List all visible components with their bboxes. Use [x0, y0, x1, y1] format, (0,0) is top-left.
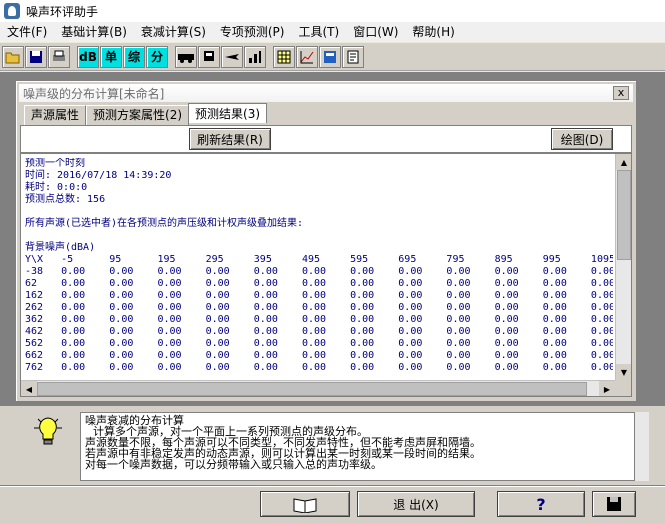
- results-text-area[interactable]: 预测一个时刻 时间: 2016/07/18 14:39:20 耗时: 0:0:0…: [20, 153, 632, 397]
- tab-scheme-properties[interactable]: 预测方案属性(2): [86, 105, 190, 125]
- child-title-text: 噪声级的分布计算[未命名]: [23, 86, 165, 101]
- tab-prediction-results[interactable]: 预测结果(3): [188, 103, 268, 123]
- close-button[interactable]: x: [613, 86, 629, 100]
- menu-window[interactable]: 窗口(W): [346, 22, 405, 42]
- menu-attenuation-calc[interactable]: 衰减计算(S): [134, 22, 213, 42]
- calculator-button[interactable]: [319, 45, 341, 68]
- bar-chart-icon: [249, 50, 261, 63]
- grid-icon: [277, 50, 291, 63]
- plot-button[interactable]: 绘图(D): [551, 128, 613, 150]
- floppy-icon: [30, 50, 42, 63]
- hint-text-area: 噪声衰减的分布计算 计算多个声源，对一个平面上一系列预测点的声级分布。 声源数量…: [80, 412, 635, 481]
- single-button[interactable]: 单: [100, 45, 122, 68]
- tab-source-properties[interactable]: 声源属性: [24, 105, 87, 125]
- lightbulb-icon: [34, 417, 62, 445]
- child-window-title: 噪声级的分布计算[未命名] x: [19, 84, 633, 102]
- menu-special-predict[interactable]: 专项预测(P): [213, 22, 292, 42]
- hint-panel: 噪声衰减的分布计算 计算多个声源，对一个平面上一系列预测点的声级分布。 声源数量…: [0, 405, 665, 485]
- menu-file[interactable]: 文件(F): [0, 22, 54, 42]
- menu-tools[interactable]: 工具(T): [291, 22, 346, 42]
- save-button[interactable]: [25, 45, 47, 68]
- app-title: 噪声环评助手: [26, 4, 99, 19]
- app-icon: [4, 3, 20, 19]
- save-result-button[interactable]: [592, 491, 636, 517]
- results-toolbar: 刷新结果(R) 绘图(D): [20, 125, 632, 153]
- manual-button[interactable]: [260, 491, 350, 517]
- scroll-down-icon[interactable]: ▼: [616, 364, 631, 380]
- graph-button[interactable]: [296, 45, 318, 68]
- results-text: 预测一个时刻 时间: 2016/07/18 14:39:20 耗时: 0:0:0…: [25, 158, 613, 373]
- car-icon: [178, 53, 194, 63]
- app-window: 噪声环评助手 文件(F) 基础计算(B) 衰减计算(S) 专项预测(P) 工具(…: [0, 0, 665, 524]
- distribution-calc-window: 噪声级的分布计算[未命名] x 声源属性 预测方案属性(2) 预测结果(3) 刷…: [15, 80, 637, 402]
- db-button[interactable]: dB: [77, 45, 99, 68]
- refresh-results-button[interactable]: 刷新结果(R): [189, 128, 271, 150]
- train-icon: [204, 50, 214, 61]
- book-icon: [293, 498, 317, 513]
- menu-basic-calc[interactable]: 基础计算(B): [54, 22, 134, 42]
- combined-button[interactable]: 综: [123, 45, 145, 68]
- title-bar: 噪声环评助手: [0, 0, 665, 22]
- chart-button[interactable]: [244, 45, 266, 68]
- print-button[interactable]: [48, 45, 70, 68]
- exit-button[interactable]: 退 出(X): [357, 491, 475, 517]
- bottom-bar: 退 出(X) ?: [0, 486, 665, 524]
- scroll-right-icon[interactable]: ▶: [599, 381, 615, 396]
- grid-button[interactable]: [273, 45, 295, 68]
- vertical-scrollbar[interactable]: ▲ ▼: [615, 154, 631, 380]
- floppy-icon: [607, 497, 621, 511]
- scroll-corner: [615, 380, 631, 396]
- scroll-left-icon[interactable]: ◀: [21, 381, 37, 396]
- menu-bar: 文件(F) 基础计算(B) 衰减计算(S) 专项预测(P) 工具(T) 窗口(W…: [0, 22, 665, 42]
- train-button[interactable]: [198, 45, 220, 68]
- distribution-button[interactable]: 分: [146, 45, 168, 68]
- plane-icon: [225, 53, 239, 60]
- calculator-icon: [324, 50, 336, 63]
- aircraft-button[interactable]: [221, 45, 243, 68]
- tab-strip: 声源属性 预测方案属性(2) 预测结果(3): [24, 103, 268, 125]
- menu-help[interactable]: 帮助(H): [405, 22, 461, 42]
- horizontal-scrollbar[interactable]: ◀ ▶: [21, 380, 615, 396]
- hint-line: 对每一个噪声数据，可以分频带输入或只输入总的声功率级。: [85, 458, 382, 471]
- toolbar: dB 单 综 分: [0, 43, 665, 71]
- hint-scrollbar[interactable]: [635, 412, 649, 481]
- scroll-up-icon[interactable]: ▲: [616, 154, 631, 170]
- notepad-icon: [347, 50, 359, 63]
- help-button[interactable]: ?: [497, 491, 585, 517]
- open-folder-button[interactable]: [2, 45, 24, 68]
- line-graph-icon: [300, 50, 314, 63]
- folder-open-icon: [5, 52, 20, 63]
- printer-icon: [53, 50, 65, 61]
- vertical-scroll-thumb[interactable]: [617, 170, 631, 260]
- vehicle-button[interactable]: [175, 45, 197, 68]
- horizontal-scroll-thumb[interactable]: [37, 382, 587, 396]
- notes-button[interactable]: [342, 45, 364, 68]
